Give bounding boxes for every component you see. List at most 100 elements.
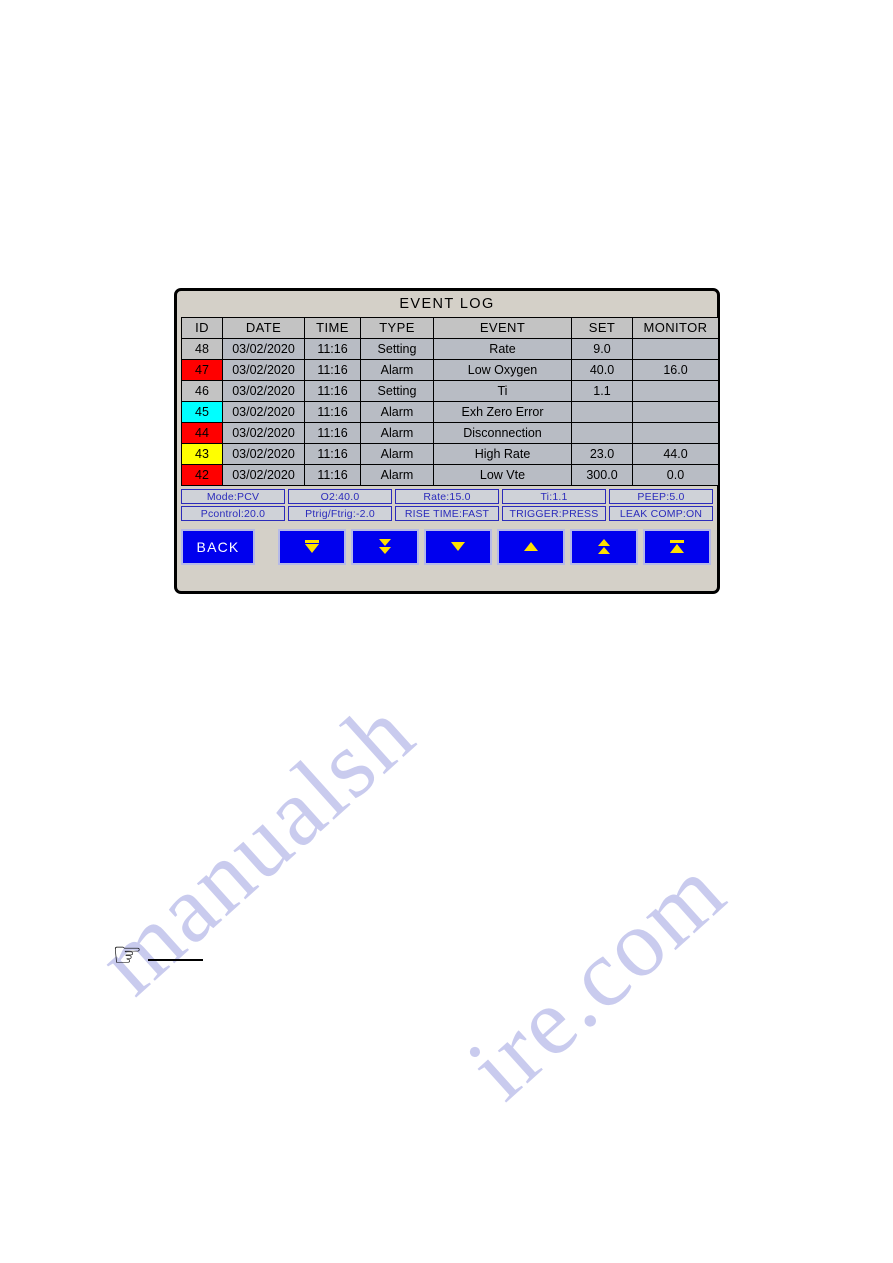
cell-set: 1.1 xyxy=(571,379,633,402)
back-button[interactable]: BACK xyxy=(181,528,255,565)
param-leak-comp[interactable]: LEAK COMP:ON xyxy=(609,505,713,521)
param-ptrig-ftrig[interactable]: Ptrig/Ftrig:-2.0 xyxy=(288,505,392,521)
param-rise-time[interactable]: RISE TIME:FAST xyxy=(395,505,499,521)
cell-time: 11:16 xyxy=(304,337,361,360)
cell-set: 40.0 xyxy=(571,358,633,381)
cell-id: 45 xyxy=(181,400,223,423)
cell-monitor xyxy=(632,421,719,444)
page-down-button[interactable] xyxy=(351,528,419,565)
cell-date: 03/02/2020 xyxy=(222,442,305,465)
cell-set: 300.0 xyxy=(571,463,633,486)
cell-set: 23.0 xyxy=(571,442,633,465)
cell-id: 46 xyxy=(181,379,223,402)
column-header-time: TIME xyxy=(304,316,361,339)
cell-monitor: 16.0 xyxy=(632,358,719,381)
cell-set xyxy=(571,400,633,423)
table-row[interactable]: 47 03/02/2020 11:16 Alarm Low Oxygen 40.… xyxy=(181,358,719,381)
cell-type: Alarm xyxy=(360,463,434,486)
button-bar: BACK xyxy=(181,528,713,566)
pointing-hand-icon: ☞ xyxy=(112,935,143,975)
table-row[interactable]: 42 03/02/2020 11:16 Alarm Low Vte 300.0 … xyxy=(181,463,719,486)
cell-event: Disconnection xyxy=(433,421,572,444)
cell-event: Rate xyxy=(433,337,572,360)
page-last-button[interactable] xyxy=(278,528,346,565)
event-log-panel: EVENT LOG ID DATE TIME TYPE EVENT SET MO… xyxy=(174,288,720,594)
cell-monitor xyxy=(632,337,719,360)
cell-date: 03/02/2020 xyxy=(222,463,305,486)
note-rule xyxy=(148,959,204,961)
cell-type: Setting xyxy=(360,337,434,360)
event-log-table-body: 48 03/02/2020 11:16 Setting Rate 9.0 47 … xyxy=(181,337,719,486)
parameter-summary: Mode:PCV O2:40.0 Rate:15.0 Ti:1.1 PEEP:5… xyxy=(181,488,713,521)
double-up-triangle-icon xyxy=(598,539,610,554)
cell-set: 9.0 xyxy=(571,337,633,360)
table-row[interactable]: 44 03/02/2020 11:16 Alarm Disconnection xyxy=(181,421,719,444)
cell-type: Setting xyxy=(360,379,434,402)
cell-date: 03/02/2020 xyxy=(222,421,305,444)
param-pcontrol[interactable]: Pcontrol:20.0 xyxy=(181,505,285,521)
cell-id: 43 xyxy=(181,442,223,465)
page-watermark: manualsh ire.com xyxy=(0,0,893,1263)
cell-time: 11:16 xyxy=(304,379,361,402)
param-o2[interactable]: O2:40.0 xyxy=(288,488,392,504)
cell-type: Alarm xyxy=(360,358,434,381)
parameter-row-1: Mode:PCV O2:40.0 Rate:15.0 Ti:1.1 PEEP:5… xyxy=(181,488,713,504)
up-triangle-icon xyxy=(524,542,538,551)
param-trigger[interactable]: TRIGGER:PRESS xyxy=(502,505,606,521)
table-row[interactable]: 46 03/02/2020 11:16 Setting Ti 1.1 xyxy=(181,379,719,402)
column-header-type: TYPE xyxy=(360,316,434,339)
page-first-button[interactable] xyxy=(643,528,711,565)
table-header-row: ID DATE TIME TYPE EVENT SET MONITOR xyxy=(181,316,719,339)
scroll-down-button[interactable] xyxy=(424,528,492,565)
cell-event: Low Oxygen xyxy=(433,358,572,381)
table-row[interactable]: 45 03/02/2020 11:16 Alarm Exh Zero Error xyxy=(181,400,719,423)
cell-event: Low Vte xyxy=(433,463,572,486)
column-header-event: EVENT xyxy=(433,316,572,339)
cell-id: 44 xyxy=(181,421,223,444)
cell-monitor: 0.0 xyxy=(632,463,719,486)
cell-monitor: 44.0 xyxy=(632,442,719,465)
cell-time: 11:16 xyxy=(304,421,361,444)
table-row[interactable]: 43 03/02/2020 11:16 Alarm High Rate 23.0… xyxy=(181,442,719,465)
cell-monitor xyxy=(632,400,719,423)
cell-type: Alarm xyxy=(360,442,434,465)
cell-id: 47 xyxy=(181,358,223,381)
scroll-up-button[interactable] xyxy=(497,528,565,565)
column-header-set: SET xyxy=(571,316,633,339)
page-up-button[interactable] xyxy=(570,528,638,565)
param-peep[interactable]: PEEP:5.0 xyxy=(609,488,713,504)
cell-type: Alarm xyxy=(360,421,434,444)
cell-date: 03/02/2020 xyxy=(222,400,305,423)
column-header-monitor: MONITOR xyxy=(632,316,719,339)
page-title: EVENT LOG xyxy=(181,294,713,317)
cell-event: High Rate xyxy=(433,442,572,465)
bar-over-up-triangle-icon xyxy=(670,540,684,553)
cell-event: Exh Zero Error xyxy=(433,400,572,423)
parameter-row-2: Pcontrol:20.0 Ptrig/Ftrig:-2.0 RISE TIME… xyxy=(181,505,713,521)
cell-date: 03/02/2020 xyxy=(222,379,305,402)
cell-date: 03/02/2020 xyxy=(222,358,305,381)
event-log-table: ID DATE TIME TYPE EVENT SET MONITOR 48 0… xyxy=(181,316,719,486)
cell-id: 42 xyxy=(181,463,223,486)
cell-monitor xyxy=(632,379,719,402)
down-triangle-icon xyxy=(451,542,465,551)
param-rate[interactable]: Rate:15.0 xyxy=(395,488,499,504)
cell-set xyxy=(571,421,633,444)
watermark-text-line2: ire.com xyxy=(447,836,745,1120)
cell-time: 11:16 xyxy=(304,358,361,381)
cell-time: 11:16 xyxy=(304,463,361,486)
param-mode[interactable]: Mode:PCV xyxy=(181,488,285,504)
cell-date: 03/02/2020 xyxy=(222,337,305,360)
cell-type: Alarm xyxy=(360,400,434,423)
column-header-date: DATE xyxy=(222,316,305,339)
cell-time: 11:16 xyxy=(304,442,361,465)
bar-over-down-triangle-icon xyxy=(305,540,319,553)
param-ti[interactable]: Ti:1.1 xyxy=(502,488,606,504)
table-row[interactable]: 48 03/02/2020 11:16 Setting Rate 9.0 xyxy=(181,337,719,360)
column-header-id: ID xyxy=(181,316,223,339)
cell-event: Ti xyxy=(433,379,572,402)
cell-time: 11:16 xyxy=(304,400,361,423)
note-marker: ☞ xyxy=(112,935,204,975)
cell-id: 48 xyxy=(181,337,223,360)
double-down-triangle-icon xyxy=(379,539,391,554)
